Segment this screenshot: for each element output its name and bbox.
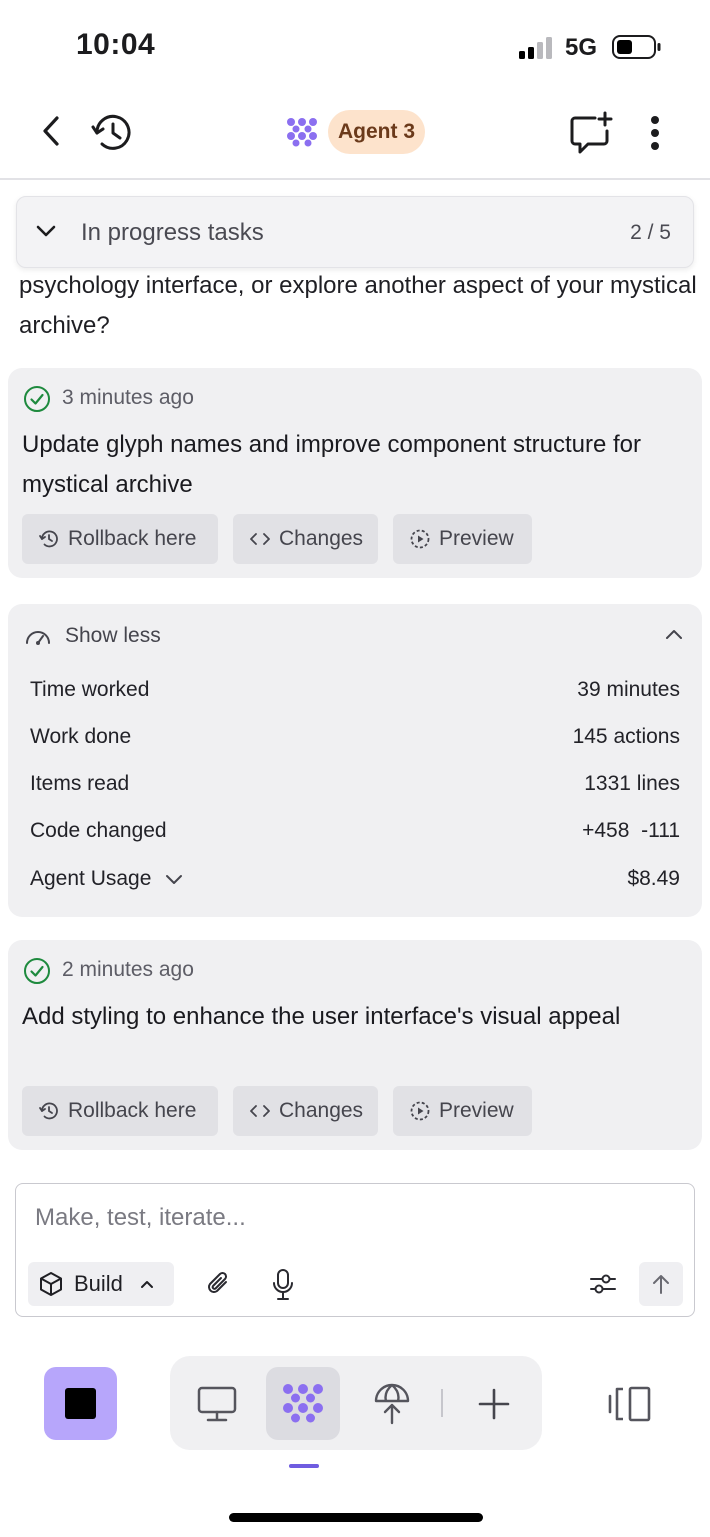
check-circle-icon <box>24 958 50 984</box>
checkpoint-time: 2 minutes ago <box>62 958 194 981</box>
active-tab-indicator <box>289 1464 319 1468</box>
sliders-icon <box>590 1274 616 1294</box>
panels-icon <box>608 1386 651 1422</box>
build-mode-label: Build <box>74 1271 123 1296</box>
signal-icon <box>519 37 552 59</box>
stat-row-items-read: Items read 1331 lines <box>30 772 680 796</box>
stat-value: 145 actions <box>572 725 680 748</box>
tab-agent[interactable] <box>280 1381 326 1427</box>
preview-button[interactable]: Preview <box>393 1086 532 1136</box>
checkpoint-message: Update glyph names and improve component… <box>22 431 641 498</box>
deploy-icon <box>374 1383 410 1425</box>
rollback-label: Rollback here <box>68 1099 197 1122</box>
arrow-up-icon <box>653 1275 669 1294</box>
more-vertical-icon <box>651 116 659 150</box>
plus-icon <box>478 1388 510 1420</box>
paperclip-icon <box>208 1271 228 1293</box>
rollback-label: Rollback here <box>68 527 197 550</box>
code-icon <box>250 533 270 545</box>
agent-logo-icon <box>287 118 317 147</box>
stat-label: Time worked <box>30 678 150 701</box>
checkpoint-message: Add styling to enhance the user interfac… <box>22 1003 621 1030</box>
stat-label: Code changed <box>30 819 167 842</box>
agent-logo-icon <box>283 1384 323 1423</box>
stat-label: Agent Usage <box>30 867 152 890</box>
stat-label: Items read <box>30 772 130 795</box>
rollback-icon <box>39 1102 58 1120</box>
back-button[interactable] <box>30 110 72 152</box>
switch-layout-button[interactable] <box>604 1382 654 1426</box>
chat-message-text: psychology interface, or explore another… <box>19 272 697 339</box>
message-composer[interactable]: Make, test, iterate... Build <box>15 1183 695 1317</box>
home-indicator <box>229 1513 483 1522</box>
preview-label: Preview <box>439 1099 514 1122</box>
stat-row-time-worked: Time worked 39 minutes <box>30 678 680 702</box>
more-menu-button[interactable] <box>640 110 670 156</box>
code-icon <box>250 1105 270 1117</box>
chevron-down-icon <box>36 225 56 237</box>
preview-label: Preview <box>439 527 514 550</box>
stat-label: Work done <box>30 725 132 748</box>
work-stats-card: Show less Time worked 39 minutes Work do… <box>8 604 702 917</box>
bottom-nav-group <box>170 1356 542 1450</box>
changes-button[interactable]: Changes <box>233 1086 378 1136</box>
monitor-icon <box>197 1386 237 1422</box>
changes-button[interactable]: Changes <box>233 514 378 564</box>
send-button[interactable] <box>639 1262 683 1306</box>
rollback-button[interactable]: Rollback here <box>22 514 218 564</box>
agent-pill[interactable]: Agent 3 <box>328 110 426 154</box>
preview-button[interactable]: Preview <box>393 514 532 564</box>
banner-count: 2 / 5 <box>630 221 671 244</box>
stat-value: +458 -111 <box>582 819 680 842</box>
nav-divider <box>441 1389 443 1417</box>
preview-icon <box>410 529 430 549</box>
build-mode-button[interactable]: Build <box>28 1262 174 1306</box>
stat-value: 39 minutes <box>577 678 680 701</box>
stat-row-code-changed: Code changed +458 -111 <box>30 819 680 843</box>
new-tab-button[interactable] <box>474 1384 514 1424</box>
voice-input-button[interactable] <box>268 1266 298 1304</box>
chevron-left-icon <box>43 116 59 146</box>
history-button[interactable] <box>88 110 136 156</box>
network-label: 5G <box>565 34 598 61</box>
stat-row-agent-usage: Agent Usage $8.49 <box>30 867 680 891</box>
top-header: Agent 3 <box>0 80 710 180</box>
tab-deploy[interactable] <box>370 1380 414 1426</box>
tab-preview-desktop[interactable] <box>194 1382 240 1426</box>
rollback-button[interactable]: Rollback here <box>22 1086 218 1136</box>
settings-sliders-button[interactable] <box>587 1268 619 1300</box>
chevron-down-icon <box>166 875 183 884</box>
chevron-up-icon[interactable] <box>664 627 684 641</box>
attach-button[interactable] <box>202 1266 236 1302</box>
rollback-icon <box>39 530 58 548</box>
checkpoint-card: 2 minutes ago Add styling to enhance the… <box>8 940 702 1150</box>
agent-usage-toggle[interactable]: Agent Usage <box>30 867 183 891</box>
preview-icon <box>410 1101 430 1121</box>
changes-label: Changes <box>279 527 364 550</box>
checkpoint-time: 3 minutes ago <box>62 386 194 409</box>
check-circle-icon <box>24 386 50 412</box>
changes-label: Changes <box>279 1099 364 1122</box>
gauge-icon <box>26 631 50 645</box>
microphone-icon <box>273 1269 293 1300</box>
chevron-up-icon <box>140 1281 153 1288</box>
stop-button[interactable] <box>44 1367 117 1440</box>
in-progress-tasks-banner[interactable]: In progress tasks 2 / 5 <box>16 196 694 268</box>
status-time: 10:04 <box>76 28 156 61</box>
new-chat-button[interactable] <box>566 108 616 158</box>
battery-icon <box>612 35 661 59</box>
new-chat-icon <box>570 111 613 154</box>
stat-row-work-done: Work done 145 actions <box>30 725 680 749</box>
stat-value: 1331 lines <box>584 772 680 795</box>
show-less-toggle[interactable]: Show less <box>65 624 161 648</box>
stat-value: $8.49 <box>627 867 680 890</box>
stop-icon <box>65 1388 96 1419</box>
history-icon <box>91 114 131 150</box>
banner-label: In progress tasks <box>81 219 264 246</box>
checkpoint-card: 3 minutes ago Update glyph names and imp… <box>8 368 702 578</box>
composer-input[interactable]: Make, test, iterate... <box>35 1204 246 1232</box>
cube-icon <box>40 1272 62 1296</box>
